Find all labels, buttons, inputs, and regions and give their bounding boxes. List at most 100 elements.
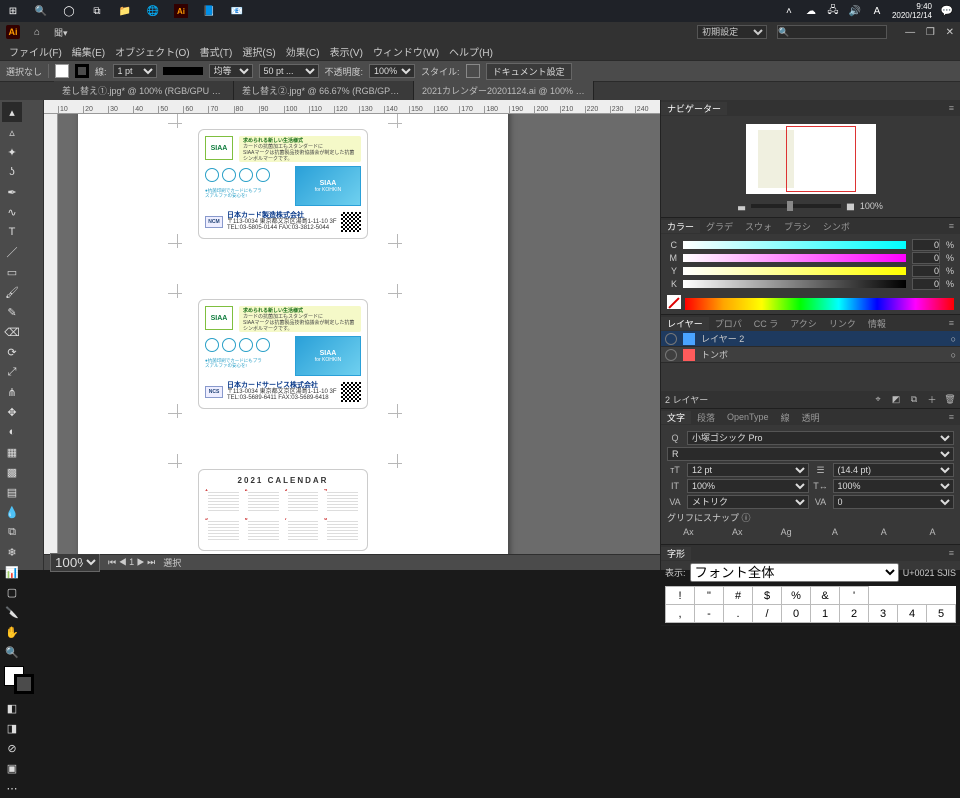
- glyph-cell[interactable]: 3: [869, 605, 898, 623]
- stroke-profile-select[interactable]: 均等: [209, 64, 253, 78]
- stroke-swatch[interactable]: [75, 64, 89, 78]
- workspace-select[interactable]: 初期設定: [697, 25, 767, 39]
- gradient-mode-icon[interactable]: ◨: [2, 718, 22, 738]
- symbols-tab[interactable]: シンボ: [817, 220, 856, 233]
- info-tab[interactable]: 情報: [862, 317, 892, 330]
- stroke-profile-preview[interactable]: [163, 67, 203, 75]
- paragraph-tab[interactable]: 段落: [691, 411, 721, 424]
- home-icon[interactable]: ⌂: [30, 25, 44, 39]
- glyph-cell[interactable]: #: [724, 587, 753, 605]
- glyph-cell[interactable]: !: [666, 587, 695, 605]
- paintbrush-tool[interactable]: 🖌: [2, 282, 22, 302]
- stroke-color-icon[interactable]: [14, 674, 34, 694]
- eyedropper-tool[interactable]: 💧: [2, 502, 22, 522]
- glyph-cell[interactable]: 2: [840, 605, 869, 623]
- tray-chevron-icon[interactable]: ˄: [782, 4, 796, 18]
- navigator-thumbnail[interactable]: [746, 124, 876, 194]
- snap-opt-icon[interactable]: Ax: [716, 526, 759, 538]
- perspective-tool[interactable]: ▦: [2, 442, 22, 462]
- graph-tool[interactable]: 📊: [2, 562, 22, 582]
- make-clipping-mask-icon[interactable]: ◩: [890, 394, 902, 406]
- font-size-select[interactable]: 12 pt: [687, 463, 809, 477]
- snap-opt-icon[interactable]: A: [862, 526, 905, 538]
- panel-menu-icon[interactable]: ≡: [943, 103, 960, 113]
- panel-menu-icon[interactable]: ≡: [943, 412, 960, 422]
- width-tool[interactable]: ⋔: [2, 382, 22, 402]
- font-style-select[interactable]: R: [667, 447, 954, 461]
- fill-swatch[interactable]: [55, 64, 69, 78]
- lasso-tool[interactable]: ʖ: [2, 162, 22, 182]
- swatches-tab[interactable]: スウォ: [739, 220, 778, 233]
- menu-select[interactable]: 選択(S): [239, 44, 278, 59]
- yellow-slider[interactable]: [683, 267, 906, 275]
- start-icon[interactable]: ⊞: [6, 4, 20, 18]
- type-tool[interactable]: T: [2, 222, 22, 242]
- slice-tool[interactable]: 🔪: [2, 602, 22, 622]
- document-setup-button[interactable]: ドキュメント設定: [486, 63, 572, 80]
- glyph-cell[interactable]: -: [695, 605, 724, 623]
- eraser-tool[interactable]: ⌫: [2, 322, 22, 342]
- stroke-weight-select[interactable]: 1 pt: [113, 64, 157, 78]
- shaper-tool[interactable]: ✎: [2, 302, 22, 322]
- brush-select[interactable]: 50 pt ...: [259, 64, 319, 78]
- layer-row[interactable]: トンボ ○: [661, 347, 960, 363]
- actions-tab[interactable]: アクシ: [784, 317, 823, 330]
- kerning-select[interactable]: メトリク: [687, 495, 809, 509]
- glyph-cell[interactable]: 5: [927, 605, 956, 623]
- zoom-out-icon[interactable]: ▃: [738, 200, 745, 211]
- glyph-cell[interactable]: ,: [666, 605, 695, 623]
- transparency-tab[interactable]: 透明: [796, 411, 826, 424]
- rotate-tool[interactable]: ⟳: [2, 342, 22, 362]
- shape-builder-tool[interactable]: ◐: [2, 422, 22, 442]
- document-tab[interactable]: 差し替え②.jpg* @ 66.67% (RGB/GPU プレビュー)×: [234, 81, 414, 100]
- color-mode-icon[interactable]: ◧: [2, 698, 22, 718]
- canvas[interactable]: SIAA 求められる新しい生活様式 カードの抗菌加工もスタンダードに SIAAマ…: [58, 114, 660, 554]
- mesh-tool[interactable]: ▩: [2, 462, 22, 482]
- panel-menu-icon[interactable]: ≡: [943, 221, 960, 231]
- edit-toolbar-icon[interactable]: ⋯: [2, 778, 22, 798]
- leading-select[interactable]: (14.4 pt): [833, 463, 955, 477]
- gradient-tab[interactable]: グラデ: [700, 220, 739, 233]
- scale-tool[interactable]: ⤢: [2, 362, 22, 382]
- ime-icon[interactable]: A: [870, 4, 884, 18]
- glyph-cell[interactable]: ": [695, 587, 724, 605]
- menu-effect[interactable]: 効果(C): [283, 44, 323, 59]
- menu-window[interactable]: ウィンドウ(W): [370, 44, 442, 59]
- glyph-cell[interactable]: 4: [898, 605, 927, 623]
- zoom-tool[interactable]: 🔍: [2, 642, 22, 662]
- font-family-select[interactable]: 小塚ゴシック Pro: [687, 431, 954, 445]
- menu-view[interactable]: 表示(V): [327, 44, 366, 59]
- magenta-input[interactable]: [912, 252, 940, 264]
- layers-tab[interactable]: レイヤー: [661, 317, 709, 330]
- menu-edit[interactable]: 編集(E): [69, 44, 108, 59]
- glyph-show-select[interactable]: フォント全体: [690, 563, 899, 582]
- snap-opt-icon[interactable]: A: [813, 526, 856, 538]
- opacity-select[interactable]: 100%: [369, 64, 415, 78]
- line-tool[interactable]: ／: [2, 242, 22, 262]
- snap-opt-icon[interactable]: A: [911, 526, 954, 538]
- panel-menu-icon[interactable]: ≡: [943, 318, 960, 328]
- word-icon[interactable]: 📘: [202, 4, 216, 18]
- glyph-cell[interactable]: 0: [782, 605, 811, 623]
- fill-stroke-swatch[interactable]: [2, 666, 40, 698]
- close-button[interactable]: ✕: [946, 27, 954, 38]
- layer-name[interactable]: トンボ: [701, 348, 728, 361]
- yellow-input[interactable]: [912, 265, 940, 277]
- chrome-icon[interactable]: 🌐: [146, 4, 160, 18]
- snap-opt-icon[interactable]: Ax: [667, 526, 710, 538]
- selection-tool[interactable]: ▴: [2, 102, 22, 122]
- navigator-tab[interactable]: ナビゲーター: [661, 102, 727, 115]
- gradient-tool[interactable]: ▤: [2, 482, 22, 502]
- volume-icon[interactable]: 🔊: [848, 4, 862, 18]
- locate-layer-icon[interactable]: ⌖: [872, 394, 884, 406]
- glyph-cell[interactable]: %: [782, 587, 811, 605]
- glyphs-tab[interactable]: 字形: [661, 547, 691, 560]
- glyph-cell[interactable]: &: [811, 587, 840, 605]
- curvature-tool[interactable]: ∿: [2, 202, 22, 222]
- glyph-cell[interactable]: /: [753, 605, 782, 623]
- explorer-icon[interactable]: 📁: [118, 4, 132, 18]
- tracking-select[interactable]: 0: [833, 495, 955, 509]
- menu-help[interactable]: ヘルプ(H): [446, 44, 496, 59]
- layer-name[interactable]: レイヤー 2: [701, 332, 744, 345]
- search-icon[interactable]: 🔍: [34, 4, 48, 18]
